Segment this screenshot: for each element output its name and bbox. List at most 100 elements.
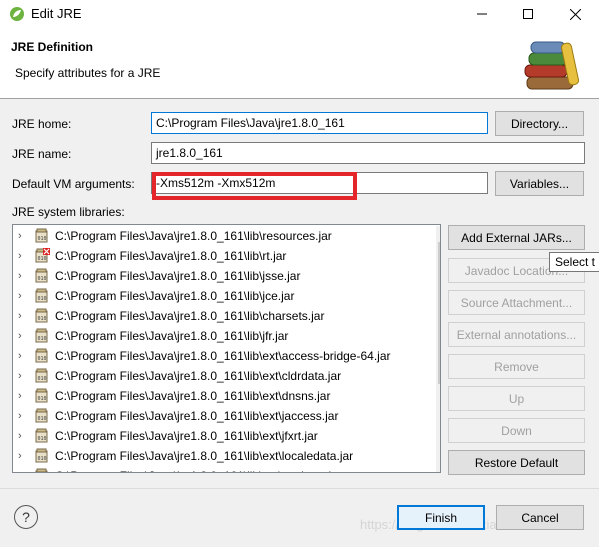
eclipse-leaf-icon: [10, 7, 24, 21]
expand-chevron-icon[interactable]: ›: [18, 470, 34, 472]
libraries-tree[interactable]: › 010 C:\Program Files\Java\jre1.8.0_161\l…: [12, 224, 441, 473]
scrollbar-thumb[interactable]: [438, 242, 440, 384]
library-path: C:\Program Files\Java\jre1.8.0_161\lib\e…: [55, 469, 342, 472]
jar-icon: 010: [35, 368, 48, 383]
library-row[interactable]: › 010 C:\Program Files\Java\jre1.8.0_161\l…: [13, 286, 425, 306]
expand-chevron-icon[interactable]: ›: [18, 410, 34, 422]
add-external-jars-button[interactable]: Add External JARs...: [448, 225, 585, 250]
expand-chevron-icon[interactable]: ›: [18, 370, 34, 382]
expand-chevron-icon[interactable]: ›: [18, 290, 34, 302]
library-row[interactable]: ›010 C:\Program Files\Java\jre1.8.0_161\l…: [13, 466, 425, 472]
down-button[interactable]: Down: [448, 418, 585, 443]
svg-text:010: 010: [38, 416, 47, 422]
library-path: C:\Program Files\Java\jre1.8.0_161\lib\e…: [55, 369, 342, 383]
expand-chevron-icon[interactable]: ›: [18, 430, 34, 442]
library-path: C:\Program Files\Java\jre1.8.0_161\lib\c…: [55, 309, 325, 323]
library-row[interactable]: › 010 C:\Program Files\Java\jre1.8.0_161\l…: [13, 366, 425, 386]
jar-icon: 010: [35, 408, 48, 423]
title-bar: Edit JRE: [0, 0, 599, 28]
library-row[interactable]: › 010 C:\Program Files\Java\jre1.8.0_161\l…: [13, 406, 425, 426]
jar-icon: 010: [35, 468, 48, 472]
library-path: C:\Program Files\Java\jre1.8.0_161\lib\e…: [55, 429, 318, 443]
jre-home-label: JRE home:: [12, 117, 72, 131]
jar-icon: 010: [35, 288, 48, 303]
jre-home-field[interactable]: C:\Program Files\Java\jre1.8.0_161: [151, 112, 488, 134]
svg-text:010: 010: [38, 436, 47, 442]
source-attachment-button[interactable]: Source Attachment...: [448, 290, 585, 315]
svg-text:010: 010: [38, 456, 47, 462]
expand-chevron-icon[interactable]: ›: [18, 330, 34, 342]
library-path: C:\Program Files\Java\jre1.8.0_161\lib\j…: [55, 289, 295, 303]
variables-button[interactable]: Variables...: [495, 171, 584, 196]
close-button[interactable]: [551, 0, 599, 28]
library-row[interactable]: › 010 C:\Program Files\Java\jre1.8.0_161\l…: [13, 246, 425, 266]
minimize-button[interactable]: [459, 0, 505, 28]
jre-name-field[interactable]: jre1.8.0_161: [151, 142, 585, 164]
svg-text:010: 010: [38, 256, 47, 262]
expand-chevron-icon[interactable]: ›: [18, 350, 34, 362]
expand-chevron-icon[interactable]: ›: [18, 230, 34, 242]
library-row[interactable]: › 010 C:\Program Files\Java\jre1.8.0_161\l…: [13, 426, 425, 446]
jar-icon: 010: [35, 388, 48, 403]
vm-arguments-label: Default VM arguments:: [12, 177, 135, 191]
restore-default-button[interactable]: Restore Default: [448, 450, 585, 475]
jar-icon: 010: [35, 448, 48, 463]
remove-button[interactable]: Remove: [448, 354, 585, 379]
library-row[interactable]: › 010 C:\Program Files\Java\jre1.8.0_161\l…: [13, 386, 425, 406]
library-path: C:\Program Files\Java\jre1.8.0_161\lib\e…: [55, 349, 391, 363]
scroll-down-icon[interactable]: [440, 462, 441, 468]
finish-button[interactable]: Finish: [397, 505, 485, 530]
library-path: C:\Program Files\Java\jre1.8.0_161\lib\e…: [55, 389, 331, 403]
library-row[interactable]: › 010 C:\Program Files\Java\jre1.8.0_161\l…: [13, 306, 425, 326]
expand-chevron-icon[interactable]: ›: [18, 450, 34, 462]
help-icon[interactable]: ?: [14, 505, 38, 529]
expand-chevron-icon[interactable]: ›: [18, 250, 34, 262]
svg-text:010: 010: [38, 316, 47, 322]
up-button[interactable]: Up: [448, 386, 585, 411]
library-row[interactable]: › 010 C:\Program Files\Java\jre1.8.0_161\l…: [13, 226, 425, 246]
maximize-icon: [523, 9, 533, 19]
footer-separator: [0, 488, 599, 489]
library-row[interactable]: › 010 C:\Program Files\Java\jre1.8.0_161\l…: [13, 326, 425, 346]
dialog-header: [0, 28, 599, 98]
svg-text:010: 010: [38, 396, 47, 402]
tooltip: Select t: [549, 252, 599, 272]
svg-text:010: 010: [38, 296, 47, 302]
library-row[interactable]: › 010 C:\Program Files\Java\jre1.8.0_161\l…: [13, 446, 425, 466]
jar-icon: 010: [35, 328, 48, 343]
expand-chevron-icon[interactable]: ›: [18, 390, 34, 402]
jar-error-icon: 010: [35, 248, 50, 263]
scroll-up-icon[interactable]: [440, 230, 441, 236]
jar-icon: 010: [35, 228, 48, 243]
jre-name-label: JRE name:: [12, 147, 72, 161]
jar-icon: 010: [35, 308, 48, 323]
library-row[interactable]: ›010C:\Program Files\Java\jre1.8.0_161\l…: [13, 266, 425, 286]
expand-chevron-icon[interactable]: ›: [18, 310, 34, 322]
directory-button[interactable]: Directory...: [495, 111, 584, 136]
system-libraries-label: JRE system libraries:: [12, 205, 125, 219]
library-path: C:\Program Files\Java\jre1.8.0_161\lib\e…: [55, 449, 354, 463]
expand-chevron-icon[interactable]: ›: [18, 270, 34, 282]
library-path: C:\Program Files\Java\jre1.8.0_161\lib\e…: [55, 409, 339, 423]
header-description: Specify attributes for a JRE: [15, 66, 161, 80]
svg-text:010: 010: [38, 336, 47, 342]
close-icon: [569, 8, 581, 20]
header-title: JRE Definition: [11, 40, 94, 54]
jar-icon: 010: [35, 268, 48, 283]
jar-icon: 010: [35, 428, 48, 443]
library-path: C:\Program Files\Java\jre1.8.0_161\lib\j…: [55, 329, 289, 343]
external-annotations-button[interactable]: External annotations...: [448, 322, 585, 347]
maximize-button[interactable]: [505, 0, 551, 28]
vertical-scrollbar[interactable]: [436, 226, 441, 472]
window-title: Edit JRE: [31, 6, 82, 21]
jar-icon: 010: [35, 348, 48, 363]
library-row[interactable]: ›010 C:\Program Files\Java\jre1.8.0_161\l…: [13, 346, 425, 366]
svg-text:010: 010: [38, 376, 47, 382]
minimize-icon: [477, 13, 487, 15]
cancel-button[interactable]: Cancel: [496, 505, 584, 530]
svg-text:010: 010: [38, 236, 47, 242]
red-highlight-box: [152, 172, 357, 200]
library-path: C:\Program Files\Java\jre1.8.0_161\lib\r…: [55, 229, 332, 243]
books-icon: [524, 41, 580, 90]
library-path: C:\Program Files\Java\jre1.8.0_161\lib\r…: [55, 249, 287, 263]
